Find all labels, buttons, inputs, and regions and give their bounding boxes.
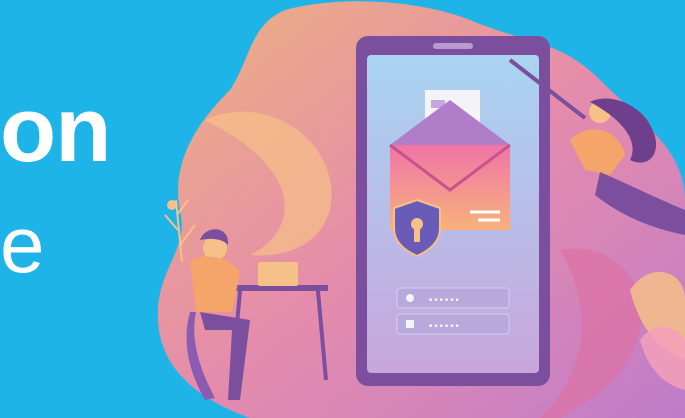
laptop-icon [258, 262, 298, 286]
plant-bud-icon [167, 200, 177, 210]
login-field-2-mask: •••••• [428, 322, 460, 332]
banner-headline: on [0, 79, 111, 181]
lock-icon [406, 320, 414, 328]
banner-subline: e [0, 200, 45, 289]
phone-speaker [433, 43, 473, 49]
security-illustration: •••••• •••••• [157, 1, 685, 418]
user-icon [406, 294, 414, 302]
login-field-1-mask: •••••• [428, 296, 460, 306]
